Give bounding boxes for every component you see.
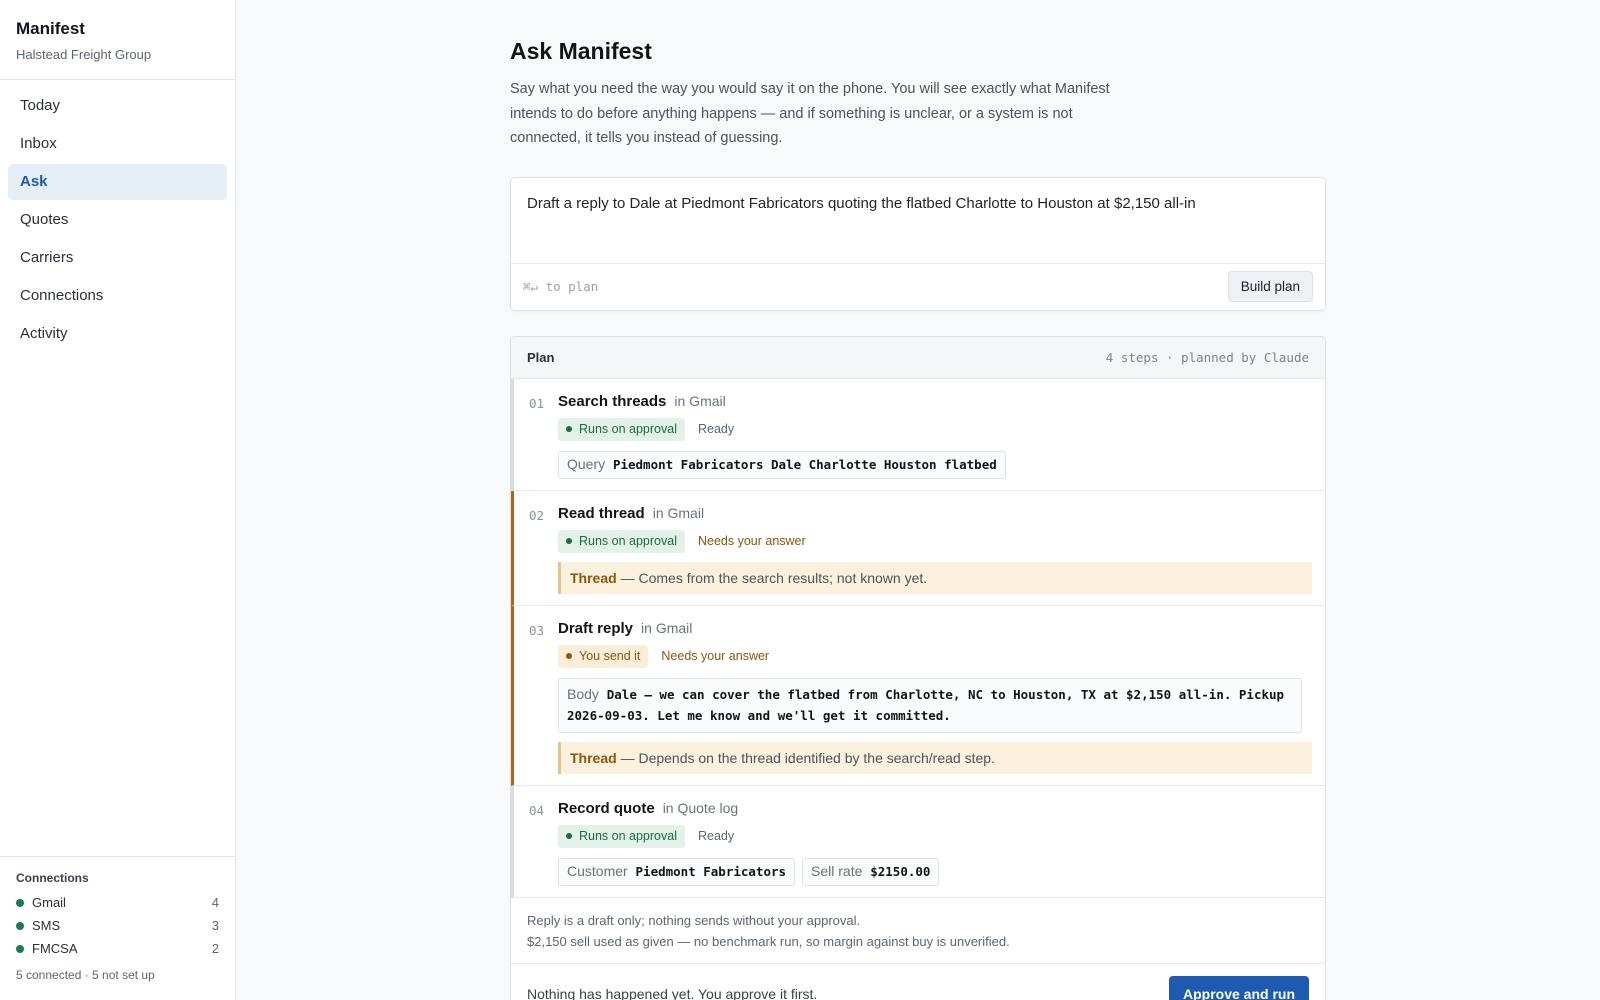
badge-label: Runs on approval — [579, 534, 677, 548]
step-status: Ready — [697, 422, 735, 436]
badge-label: You send it — [579, 649, 641, 663]
ask-composer: Draft a reply to Dale at Piedmont Fabric… — [510, 176, 1326, 311]
unknown-input[interactable]: Thread — Depends on the thread identifie… — [558, 741, 1312, 774]
unknown-label: Thread — [570, 569, 617, 586]
sidebar-item-ask[interactable]: Ask — [8, 164, 227, 200]
ask-footer: ⌘↵ to plan Build plan — [511, 264, 1325, 310]
sidebar-item-activity[interactable]: Activity — [8, 316, 227, 352]
query-field[interactable]: Query Piedmont Fabricators Dale Charlott… — [558, 450, 1006, 479]
plan-step: 02 Read thread in Gmail Runs on approval… — [511, 490, 1325, 606]
build-plan-button[interactable]: Build plan — [1227, 271, 1313, 302]
step-number: 02 — [529, 507, 545, 523]
sidebar: Manifest Halstead Freight Group Today In… — [0, 0, 236, 1000]
plan-note: Reply is a draft only; nothing sends wit… — [527, 912, 861, 928]
field-value: Piedmont Fabricators — [635, 863, 787, 879]
status-dot-icon — [566, 833, 572, 839]
plan-notes: Reply is a draft only; nothing sends wit… — [511, 898, 1325, 964]
status-dot-icon — [566, 538, 572, 544]
body-field[interactable]: Body Dale — we can cover the flatbed fro… — [558, 677, 1302, 733]
page-intro: Say what you need the way you would say … — [510, 81, 1110, 146]
status-dot-icon — [16, 944, 24, 953]
connection-row-gmail[interactable]: Gmail 4 — [16, 891, 219, 914]
step-system: in Gmail — [641, 619, 693, 636]
connection-count: 4 — [211, 895, 219, 910]
plan-title: Plan — [527, 349, 555, 365]
sidebar-item-connections[interactable]: Connections — [8, 278, 227, 314]
unknown-label: Thread — [570, 749, 617, 766]
ask-input[interactable]: Draft a reply to Dale at Piedmont Fabric… — [511, 178, 1325, 264]
step-number: 03 — [529, 622, 545, 638]
approval-badge: Runs on approval — [558, 417, 685, 441]
step-system: in Gmail — [652, 504, 705, 521]
sidebar-item-inbox[interactable]: Inbox — [8, 126, 227, 162]
brand: Manifest Halstead Freight Group — [0, 0, 235, 80]
field-value: $2150.00 — [870, 863, 931, 879]
plan-step: 01 Search threads in Gmail Runs on appro… — [511, 378, 1325, 491]
you-send-badge: You send it — [558, 644, 649, 668]
plan-footer: Nothing has happened yet. You approve it… — [511, 964, 1325, 1000]
sidebar-nav: Today Inbox Ask Quotes Carriers Connecti… — [0, 80, 235, 352]
org-name: Halstead Freight Group — [16, 47, 152, 62]
keyboard-hint: ⌘↵ to plan — [523, 279, 599, 294]
step-number: 04 — [529, 802, 545, 818]
approval-badge: Runs on approval — [558, 529, 685, 553]
customer-field[interactable]: Customer Piedmont Fabricators — [558, 857, 796, 886]
connections-panel: Connections Gmail 4 SMS 3 FMCSA 2 5 conn… — [0, 856, 235, 1000]
step-number: 01 — [529, 395, 545, 411]
unknown-text: — Comes from the search results; not kno… — [620, 569, 928, 586]
field-value: Piedmont Fabricators Dale Charlotte Hous… — [612, 456, 997, 472]
status-dot-icon — [566, 653, 572, 659]
plan-meta: 4 steps · planned by Claude — [1105, 349, 1309, 365]
connection-row-fmcsa[interactable]: FMCSA 2 — [16, 937, 219, 960]
sidebar-item-carriers[interactable]: Carriers — [8, 240, 227, 276]
field-label: Customer — [567, 862, 628, 879]
field-value: Dale — we can cover the flatbed from Cha… — [567, 686, 1285, 723]
plan-note: $2,150 sell used as given — no benchmark… — [527, 933, 1010, 949]
step-status: Needs your answer — [697, 534, 806, 548]
sidebar-item-quotes[interactable]: Quotes — [8, 202, 227, 238]
approval-badge: Runs on approval — [558, 824, 685, 848]
sell-rate-field[interactable]: Sell rate $2150.00 — [802, 857, 940, 886]
main-content: Ask Manifest Say what you need the way y… — [510, 0, 1326, 1000]
sidebar-item-today[interactable]: Today — [8, 88, 227, 124]
page-title: Ask Manifest — [510, 38, 652, 64]
step-title: Read thread — [558, 504, 645, 522]
field-label: Sell rate — [811, 862, 863, 879]
approve-and-run-button[interactable]: Approve and run — [1168, 975, 1309, 1000]
status-dot-icon — [16, 898, 24, 907]
step-status: Ready — [697, 829, 735, 843]
step-title: Search threads — [558, 392, 667, 410]
badge-label: Runs on approval — [579, 829, 677, 843]
step-system: in Gmail — [674, 392, 726, 409]
status-dot-icon — [566, 426, 572, 432]
plan-step: 03 Draft reply in Gmail You send it Need… — [511, 605, 1325, 786]
connection-count: 3 — [211, 918, 219, 933]
step-title: Draft reply — [558, 619, 634, 637]
step-system: in Quote log — [662, 799, 739, 816]
step-title: Record quote — [558, 799, 655, 817]
unknown-input[interactable]: Thread — Comes from the search results; … — [558, 561, 1312, 594]
connections-summary: 5 connected · 5 not set up — [16, 968, 155, 982]
connection-count: 2 — [211, 941, 219, 956]
connections-heading: Connections — [16, 871, 89, 885]
field-label: Body — [567, 685, 599, 702]
unknown-text: — Depends on the thread identified by th… — [620, 749, 995, 766]
plan-step: 04 Record quote in Quote log Runs on app… — [511, 785, 1325, 898]
badge-label: Runs on approval — [579, 422, 677, 436]
connection-row-sms[interactable]: SMS 3 — [16, 914, 219, 937]
connection-name: SMS — [32, 918, 61, 933]
app-name: Manifest — [16, 19, 85, 38]
connection-name: FMCSA — [32, 941, 78, 956]
step-status: Needs your answer — [661, 649, 770, 663]
plan-header: Plan 4 steps · planned by Claude — [511, 336, 1325, 379]
connection-name: Gmail — [32, 895, 66, 910]
plan-footer-text: Nothing has happened yet. You approve it… — [527, 985, 818, 1000]
field-label: Query — [567, 455, 606, 472]
status-dot-icon — [16, 921, 24, 930]
plan-panel: Plan 4 steps · planned by Claude 01 Sear… — [510, 335, 1326, 1000]
